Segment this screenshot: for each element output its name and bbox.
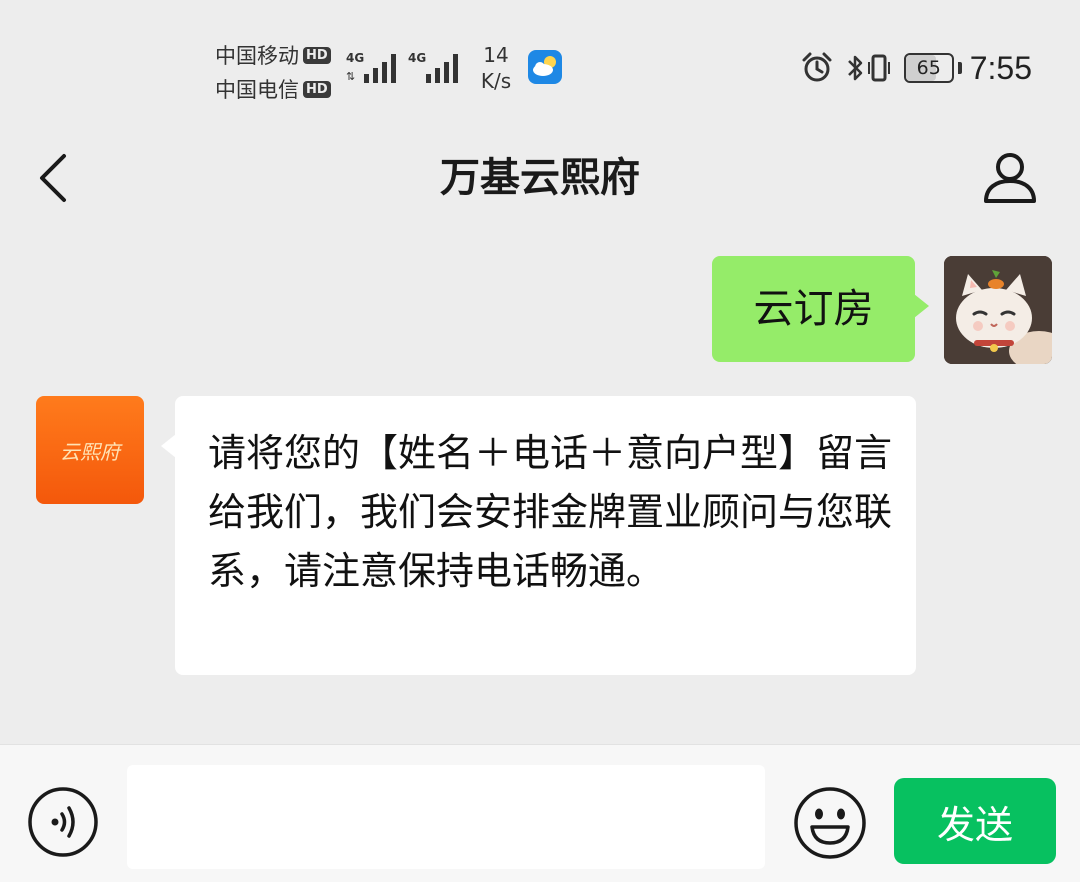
system-status: 65 7:55: [800, 46, 1032, 90]
status-bar: 中国移动 HD 中国电信 HD 4G ⇅ 4G 14 K/s 65 7:55: [0, 0, 1080, 130]
person-icon: [984, 153, 1036, 203]
chat-title: 万基云熙府: [440, 155, 640, 201]
carrier-info: 中国移动 HD 中国电信 HD: [215, 38, 340, 106]
official-account-avatar-label: 云熙府: [60, 439, 120, 464]
hd-badge-2: HD: [303, 80, 331, 98]
net-speed-value: 14: [483, 43, 509, 67]
battery-indicator: 65: [903, 53, 962, 83]
network-type-2: 4G: [408, 51, 426, 65]
svg-text:⇅: ⇅: [346, 70, 355, 83]
carrier-row-2: 中国电信 HD: [215, 72, 340, 106]
carrier-1-label: 中国移动: [215, 44, 299, 68]
input-bar: 发送: [0, 744, 1080, 882]
voice-icon: [28, 787, 98, 857]
cat-avatar-image: [944, 256, 1052, 364]
message-input[interactable]: [127, 765, 765, 869]
signal-1-icon: 4G ⇅: [346, 50, 406, 86]
battery-cap: [957, 62, 962, 74]
clock: 7:55: [969, 49, 1032, 86]
emoji-button[interactable]: [792, 785, 868, 861]
battery-level: 65: [916, 57, 941, 79]
send-button[interactable]: 发送: [894, 778, 1056, 864]
profile-button[interactable]: [980, 148, 1040, 208]
alarm-icon: [802, 52, 832, 82]
bluetooth-icon: [847, 55, 862, 81]
network-type-1: 4G: [346, 51, 364, 65]
net-speed: 14 K/s: [472, 42, 520, 94]
carrier-row-1: 中国移动 HD: [215, 38, 340, 72]
signal-2-icon: 4G: [408, 50, 468, 86]
hd-badge-1: HD: [303, 46, 331, 64]
chat-screen: 中国移动 HD 中国电信 HD 4G ⇅ 4G 14 K/s 65 7:55 万…: [0, 0, 1080, 882]
chevron-left-icon: [40, 154, 66, 202]
voice-button[interactable]: [27, 786, 99, 858]
net-speed-unit: K/s: [480, 69, 512, 93]
user-avatar[interactable]: [944, 256, 1052, 364]
carrier-2-label: 中国电信: [215, 78, 299, 102]
back-button[interactable]: [30, 148, 80, 208]
message-text-sent: 云订房: [753, 286, 874, 332]
weather-icon: [528, 50, 562, 84]
message-bubble-received[interactable]: 请将您的【姓名＋电话＋意向户型】留言给我们，我们会安排金牌置业顾问与您联系，请注…: [161, 396, 916, 675]
smiley-icon: [794, 787, 866, 859]
message-text-received: 请将您的【姓名＋电话＋意向户型】留言给我们，我们会安排金牌置业顾问与您联系，请注…: [208, 431, 893, 593]
official-account-avatar[interactable]: 云熙府: [36, 396, 144, 504]
chat-header: 万基云熙府: [0, 130, 1080, 226]
vibrate-icon: [867, 54, 890, 82]
message-bubble-sent[interactable]: 云订房: [712, 256, 929, 362]
